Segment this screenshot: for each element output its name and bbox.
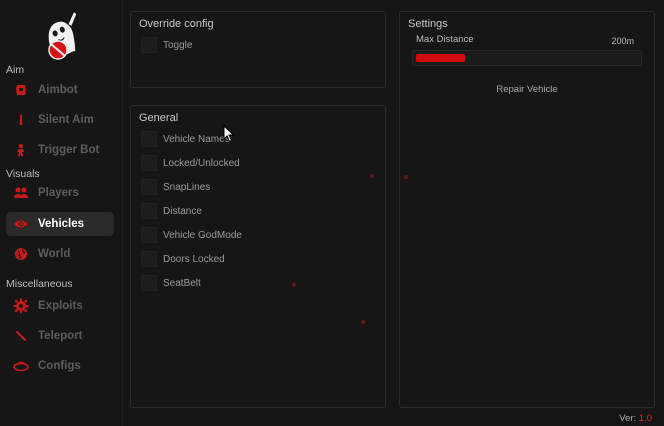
settings-title: Settings <box>408 18 448 30</box>
checkbox[interactable] <box>141 155 157 171</box>
checkbox[interactable] <box>141 131 157 147</box>
aimbot-icon <box>12 81 30 99</box>
checkbox-label: SeatBelt <box>163 277 201 289</box>
section-label-visuals: Visuals <box>6 168 40 180</box>
option-vehicle-godmode[interactable]: Vehicle GodMode <box>141 227 242 243</box>
option-doors-locked[interactable]: Doors Locked <box>141 251 225 267</box>
logo-icon <box>47 11 78 60</box>
gear-icon <box>12 297 30 315</box>
version-prefix: Ver: <box>619 413 639 424</box>
sidebar-item-label: Teleport <box>38 330 83 342</box>
settings-panel: Settings Max Distance 200m Repair Vehicl… <box>399 11 655 408</box>
checkbox[interactable] <box>141 203 157 219</box>
checkbox[interactable] <box>141 227 157 243</box>
max-distance-slider[interactable] <box>412 50 642 66</box>
sidebar-item-teleport[interactable]: Teleport <box>6 324 114 348</box>
teleport-icon <box>12 327 30 345</box>
decorative-dot <box>292 283 296 287</box>
sidebar-item-configs[interactable]: Configs <box>6 354 114 378</box>
checkbox-label: Distance <box>163 205 202 217</box>
max-distance-label: Max Distance <box>416 34 474 45</box>
section-label-aim: Aim <box>6 64 25 76</box>
app-window: Aim Aimbot Silent Aim Trigger Bot Visual… <box>0 0 664 426</box>
section-label-miscellaneous: Miscellaneous <box>6 278 73 290</box>
option-seatbelt[interactable]: SeatBelt <box>141 275 201 291</box>
sidebar-item-silent-aim[interactable]: Silent Aim <box>6 108 114 132</box>
mouse-cursor-icon <box>223 125 235 143</box>
checkbox-label: SnapLines <box>163 181 211 193</box>
sidebar-item-label: Aimbot <box>38 84 78 96</box>
users-icon <box>12 184 30 202</box>
checkbox[interactable] <box>141 275 157 291</box>
sidebar-item-label: Players <box>38 187 79 199</box>
version-label: Ver: 1.0 <box>619 413 652 424</box>
checkbox[interactable] <box>141 37 157 53</box>
sidebar-item-trigger-bot[interactable]: Trigger Bot <box>6 138 114 162</box>
sidebar-item-label: Exploits <box>38 300 83 312</box>
globe-icon <box>12 245 30 263</box>
slider-fill <box>416 54 465 62</box>
sidebar-item-players[interactable]: Players <box>6 181 114 205</box>
option-vehicle-names[interactable]: Vehicle Names <box>141 131 230 147</box>
trigger-bot-icon <box>12 141 30 159</box>
sidebar-item-world[interactable]: World <box>6 242 114 266</box>
sidebar-item-label: World <box>38 248 71 260</box>
checkbox-label: Toggle <box>163 39 193 51</box>
sidebar-item-vehicles[interactable]: Vehicles <box>6 212 114 236</box>
general-panel: General Vehicle Names Locked/Unlocked Sn… <box>130 105 386 408</box>
decorative-dot <box>404 175 408 179</box>
checkbox-label: Vehicle Names <box>163 133 230 145</box>
option-distance[interactable]: Distance <box>141 203 202 219</box>
sidebar-item-label: Vehicles <box>38 218 85 230</box>
repair-vehicle-button[interactable]: Repair Vehicle <box>412 80 642 98</box>
sidebar-item-exploits[interactable]: Exploits <box>6 294 114 318</box>
sidebar-item-aimbot[interactable]: Aimbot <box>6 78 114 102</box>
override-config-title: Override config <box>139 18 214 30</box>
decorative-dot <box>361 320 365 324</box>
sidebar: Aim Aimbot Silent Aim Trigger Bot Visual… <box>0 0 123 426</box>
checkbox-label: Vehicle GodMode <box>163 229 242 241</box>
version-number: 1.0 <box>638 413 652 424</box>
sidebar-item-label: Trigger Bot <box>38 144 100 156</box>
checkbox[interactable] <box>141 179 157 195</box>
sidebar-item-label: Silent Aim <box>38 114 94 126</box>
decorative-dot <box>370 174 374 178</box>
checkbox-label: Locked/Unlocked <box>163 157 240 169</box>
sidebar-item-label: Configs <box>38 360 81 372</box>
override-toggle-checkbox[interactable]: Toggle <box>141 37 192 53</box>
override-config-panel: Override config Toggle <box>130 11 386 88</box>
option-locked-unlocked[interactable]: Locked/Unlocked <box>141 155 240 171</box>
checkbox[interactable] <box>141 251 157 267</box>
configs-icon <box>12 357 30 375</box>
checkbox-label: Doors Locked <box>163 253 225 265</box>
general-title: General <box>139 112 179 124</box>
max-distance-value: 200m <box>611 36 634 46</box>
bullet-icon <box>12 111 30 129</box>
eye-icon <box>12 215 30 233</box>
option-snaplines[interactable]: SnapLines <box>141 179 210 195</box>
